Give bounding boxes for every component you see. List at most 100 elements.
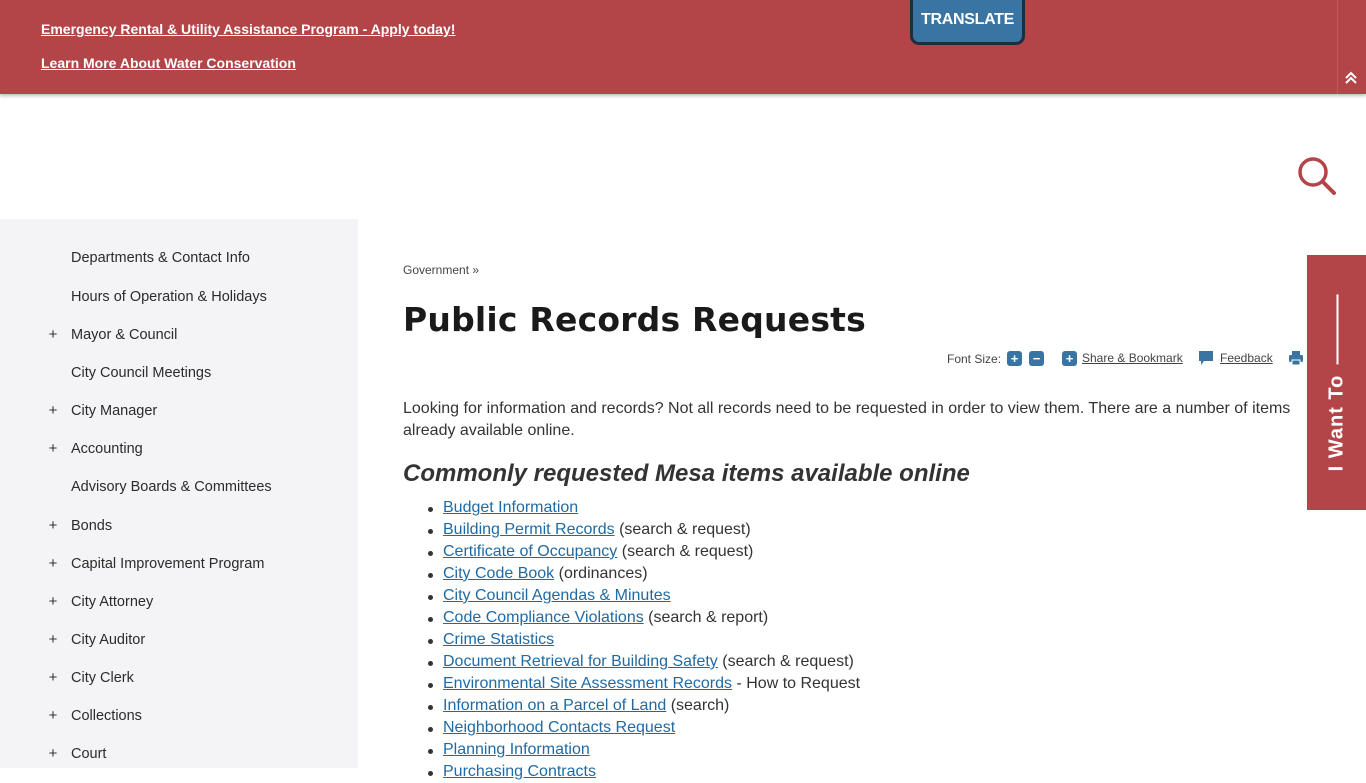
record-link[interactable]: City Code Book — [443, 565, 554, 582]
record-link[interactable]: Purchasing Contracts — [443, 763, 596, 780]
list-item: Building Permit Records (search & reques… — [427, 519, 860, 541]
sidebar-item[interactable]: + Court — [0, 745, 358, 775]
record-link[interactable]: Code Compliance Violations — [443, 609, 644, 626]
section-title: Commonly requested Mesa items available … — [403, 460, 970, 487]
sidebar-item-label: Hours of Operation & Holidays — [71, 289, 267, 305]
records-link-list: Budget Information Building Permit Record… — [427, 497, 861, 783]
sidebar-item-label: Advisory Boards & Committees — [71, 479, 272, 495]
record-note: (search & request) — [617, 543, 754, 560]
site-header — [0, 94, 1366, 219]
sidebar-item-label: Accounting — [71, 441, 143, 457]
alert-link-water-conservation[interactable]: Learn More About Water Conservation — [41, 55, 296, 71]
expand-plus-icon[interactable]: + — [47, 440, 59, 457]
sidebar-item[interactable]: City Council Meetings — [0, 364, 358, 394]
sidebar-item-label: Bonds — [71, 518, 113, 534]
sidebar-item-label: Capital Improvement Program — [71, 556, 265, 572]
sidebar-nav: Departments & Contact Info Hours of Opera… — [0, 219, 358, 768]
translate-button[interactable]: TRANSLATE — [910, 0, 1025, 45]
font-size-label: Font Size: — [947, 352, 1002, 366]
breadcrumb-government[interactable]: Government — [403, 263, 469, 277]
sidebar-item-label: City Council Meetings — [71, 365, 212, 381]
record-link[interactable]: Environmental Site Assessment Records — [443, 675, 732, 692]
font-decrease-button[interactable]: − — [1029, 351, 1044, 366]
sidebar-item-label: Collections — [71, 708, 142, 724]
expand-plus-icon[interactable]: + — [47, 326, 59, 343]
expand-plus-icon[interactable]: + — [47, 402, 59, 419]
share-bookmark-link[interactable]: Share & Bookmark — [1082, 351, 1183, 365]
intro-paragraph: Looking for information and records? Not… — [403, 400, 1291, 439]
expand-plus-icon[interactable]: + — [47, 593, 59, 610]
list-item: Budget Information — [427, 497, 860, 519]
i-want-to-tab[interactable]: I Want To — [1307, 255, 1366, 510]
list-item: Purchasing Contracts — [427, 761, 860, 783]
record-link[interactable]: Planning Information — [443, 741, 590, 758]
sidebar-item-label: City Clerk — [71, 670, 134, 686]
expand-plus-icon[interactable]: + — [47, 555, 59, 572]
list-item: Document Retrieval for Building Safety (… — [427, 651, 860, 673]
list-item: Planning Information — [427, 739, 860, 761]
expand-plus-icon[interactable]: + — [47, 631, 59, 648]
alert-link-rental-assistance[interactable]: Emergency Rental & Utility Assistance Pr… — [41, 21, 455, 37]
sidebar-item-label: City Auditor — [71, 632, 146, 648]
list-item: Information on a Parcel of Land (search) — [427, 695, 860, 717]
sidebar-item[interactable]: + City Auditor — [0, 631, 358, 661]
sidebar-item[interactable]: + City Clerk — [0, 669, 358, 699]
sidebar-item-label: Departments & Contact Info — [71, 250, 250, 266]
record-note: (search & report) — [643, 609, 769, 626]
expand-plus-icon[interactable]: + — [47, 707, 59, 724]
font-increase-button[interactable]: + — [1007, 351, 1022, 366]
record-link[interactable]: Document Retrieval for Building Safety — [443, 653, 718, 670]
sidebar-item-label: City Attorney — [71, 594, 154, 610]
search-icon — [1298, 157, 1336, 195]
sidebar-item-label: Mayor & Council — [71, 327, 178, 343]
record-link[interactable]: Certificate of Occupancy — [443, 543, 617, 560]
search-button[interactable] — [1296, 155, 1338, 197]
record-link[interactable]: City Council Agendas & Minutes — [443, 587, 671, 604]
record-link[interactable]: Information on a Parcel of Land — [443, 697, 666, 714]
sidebar-item[interactable]: Departments & Contact Info — [0, 249, 358, 279]
expand-plus-icon[interactable]: + — [47, 745, 59, 762]
sidebar-item-label: City Manager — [71, 403, 158, 419]
record-note: (search & request) — [717, 653, 854, 670]
i-want-to-line — [1335, 294, 1338, 365]
list-item: Environmental Site Assessment Records - … — [427, 673, 861, 695]
sidebar-item-label: Court — [71, 746, 107, 762]
sidebar-item[interactable]: + Capital Improvement Program — [0, 555, 358, 585]
sidebar-item[interactable]: + Collections — [0, 707, 358, 737]
collapse-alerts-button[interactable] — [1341, 68, 1361, 88]
record-link[interactable]: Crime Statistics — [443, 631, 554, 648]
record-link[interactable]: Neighborhood Contacts Request — [443, 719, 675, 736]
sidebar-item[interactable]: Advisory Boards & Committees — [0, 478, 358, 508]
print-icon[interactable] — [1288, 350, 1304, 366]
record-note: (search & request) — [614, 521, 751, 538]
sidebar-item[interactable]: + City Manager — [0, 402, 358, 432]
share-plus-icon: + — [1062, 351, 1077, 366]
record-link[interactable]: Building Permit Records — [443, 521, 615, 538]
sidebar-item[interactable]: + City Attorney — [0, 593, 358, 623]
feedback-icon — [1199, 351, 1213, 365]
expand-plus-icon[interactable]: + — [47, 517, 59, 534]
i-want-to-label: I Want To — [1325, 374, 1347, 471]
record-note: (ordinances) — [554, 565, 648, 582]
sidebar-item[interactable]: + Accounting — [0, 440, 358, 470]
double-chevron-up-icon — [1345, 71, 1357, 84]
record-note: - How to Request — [732, 675, 861, 692]
page-title: Public Records Requests — [403, 300, 866, 339]
alert-divider — [1337, 0, 1338, 94]
breadcrumb-separator: » — [472, 263, 480, 277]
list-item: Code Compliance Violations (search & rep… — [427, 607, 860, 629]
sidebar-item[interactable]: + Mayor & Council — [0, 326, 358, 356]
list-item: City Code Book (ordinances) — [427, 563, 860, 585]
sidebar-item[interactable]: Hours of Operation & Holidays — [0, 288, 358, 318]
expand-plus-icon[interactable]: + — [47, 669, 59, 686]
list-item: Certificate of Occupancy (search & reque… — [427, 541, 860, 563]
alert-bar: Emergency Rental & Utility Assistance Pr… — [0, 0, 1366, 94]
list-item: City Council Agendas & Minutes — [427, 585, 860, 607]
list-item: Crime Statistics — [427, 629, 860, 651]
feedback-link[interactable]: Feedback — [1220, 351, 1273, 365]
sidebar-item[interactable]: + Bonds — [0, 517, 358, 547]
record-link[interactable]: Budget Information — [443, 499, 578, 516]
breadcrumb: Government » — [403, 263, 479, 277]
i-want-to-label-wrap: I Want To — [1325, 294, 1348, 471]
list-item: Neighborhood Contacts Request — [427, 717, 860, 739]
